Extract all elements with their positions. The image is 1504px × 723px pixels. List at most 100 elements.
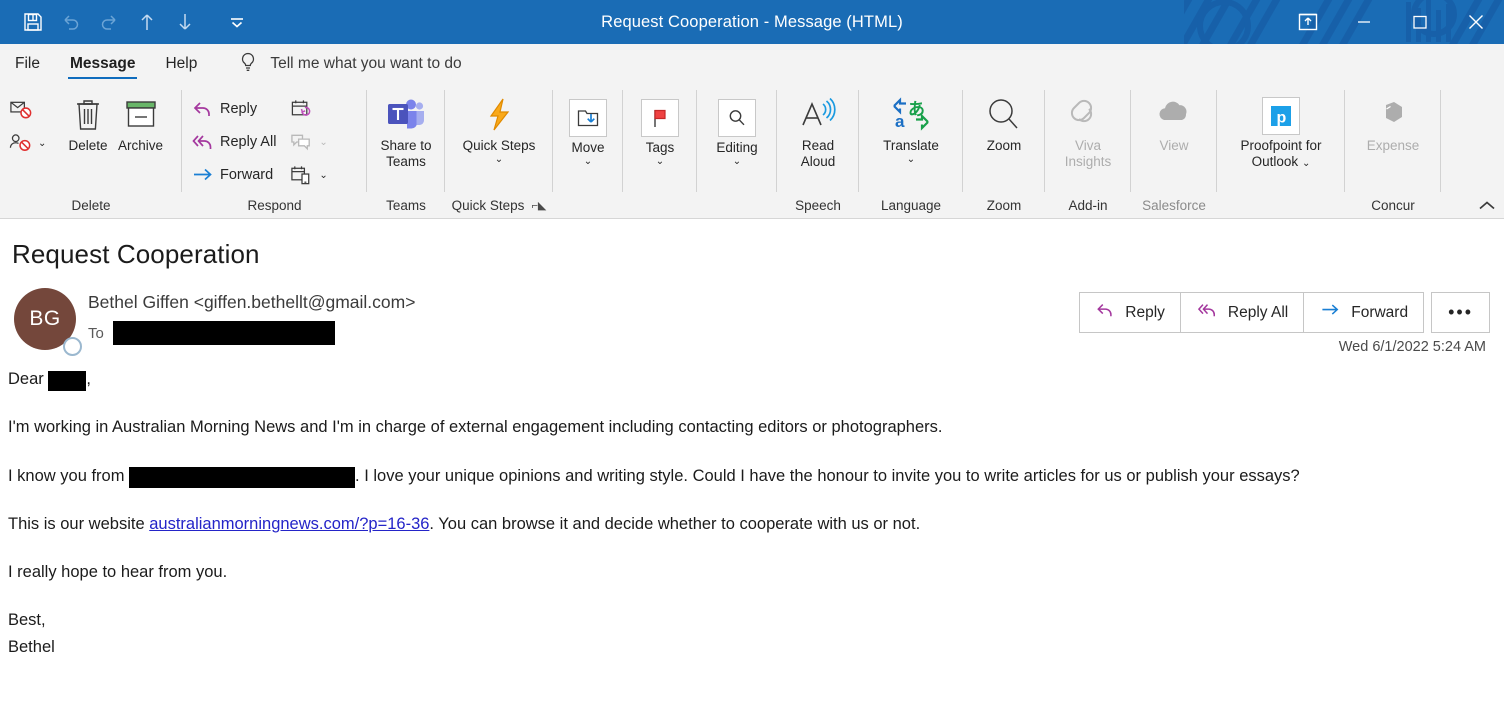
- ribbon-group-move: Move ⌄: [553, 84, 623, 218]
- ignore-button[interactable]: [6, 93, 62, 126]
- more-actions-button[interactable]: •••: [1431, 292, 1490, 333]
- meeting-button[interactable]: [287, 92, 330, 125]
- more-respond-chevron-down-icon[interactable]: ⌄: [319, 137, 327, 147]
- restore-down-ribbon-icon[interactable]: [1280, 0, 1336, 44]
- ribbon-group-quick-steps: Quick Steps ⌄ Quick Steps ⌐◣: [445, 84, 553, 218]
- redo-icon[interactable]: [90, 6, 128, 38]
- forward-button[interactable]: Forward: [188, 158, 279, 191]
- ribbon-group-concur-label: Concur: [1371, 198, 1415, 213]
- minimize-icon[interactable]: [1336, 0, 1392, 44]
- website-link[interactable]: australianmorningnews.com/?p=16-36: [149, 515, 429, 533]
- chat-bubbles-icon: [290, 131, 314, 153]
- source-redacted: [129, 467, 356, 489]
- ribbon-group-add-in: Viva Insights Add-in: [1045, 84, 1131, 218]
- ribbon-group-quick-steps-label: Quick Steps ⌐◣: [445, 193, 553, 218]
- tell-me-search[interactable]: Tell me what you want to do: [238, 44, 462, 84]
- calendar-mobile-icon: [290, 164, 314, 186]
- undo-icon[interactable]: [52, 6, 90, 38]
- body-paragraph-2: I know you from . I love your unique opi…: [8, 465, 1504, 489]
- ribbon-group-tags: Tags ⌄: [623, 84, 697, 218]
- editing-chevron-down-icon[interactable]: ⌄: [733, 156, 741, 166]
- tab-file-label: File: [15, 55, 40, 72]
- maximize-icon[interactable]: [1392, 0, 1448, 44]
- forward-action-button[interactable]: Forward: [1303, 292, 1425, 333]
- magnifier-icon: [718, 97, 756, 139]
- forward-arrow-icon: [1319, 301, 1342, 324]
- reply-all-button[interactable]: Reply All: [188, 125, 279, 158]
- ribbon: ⌄ Delete Archive Delete Reply Reply All …: [0, 84, 1504, 219]
- delete-button[interactable]: Delete: [62, 90, 114, 154]
- translate-chevron-down-icon[interactable]: ⌄: [907, 154, 915, 164]
- zoom-button-label: Zoom: [986, 138, 1022, 153]
- quick-steps-chevron-down-icon[interactable]: ⌄: [495, 154, 503, 164]
- ribbon-group-respond: Reply Reply All Forward ⌄ ⌄ Respond: [182, 84, 367, 218]
- customize-quick-access-toolbar-icon[interactable]: [218, 6, 256, 38]
- reply-all-action-button[interactable]: Reply All: [1179, 292, 1305, 333]
- ribbon-group-editing: Editing ⌄: [697, 84, 777, 218]
- tab-file[interactable]: File: [0, 44, 55, 84]
- next-item-icon[interactable]: [166, 6, 204, 38]
- block-sender-button[interactable]: ⌄: [6, 126, 62, 159]
- quick-steps-dialog-launcher-icon[interactable]: ⌐◣: [531, 199, 546, 212]
- move-folder-icon: [569, 97, 607, 139]
- quick-steps-button[interactable]: Quick Steps ⌄: [459, 90, 540, 164]
- reply-action-button[interactable]: Reply: [1079, 292, 1181, 333]
- red-flag-icon: [641, 97, 679, 139]
- move-chevron-down-icon[interactable]: ⌄: [584, 156, 592, 166]
- reply-button[interactable]: Reply: [188, 92, 279, 125]
- ignore-icon: [9, 99, 33, 121]
- share-to-teams-button-label: Share to Teams: [380, 138, 432, 169]
- to-label: To: [88, 324, 104, 342]
- ellipsis-icon: •••: [1448, 302, 1473, 322]
- sender-name-and-email[interactable]: Bethel Giffen <giffen.bethellt@gmail.com…: [88, 292, 415, 313]
- ribbon-group-speech: Read Aloud Speech: [777, 84, 859, 218]
- save-icon[interactable]: [14, 6, 52, 38]
- translate-button[interactable]: a あ Translate ⌄: [870, 90, 952, 164]
- block-sender-chevron-down-icon[interactable]: ⌄: [38, 138, 46, 148]
- ribbon-tab-bar: File Message Help Tell me what you want …: [0, 44, 1504, 84]
- ribbon-group-respond-label: Respond: [247, 198, 302, 213]
- viva-insights-button[interactable]: Viva Insights: [1051, 90, 1125, 170]
- salesforce-view-button[interactable]: View: [1142, 90, 1206, 154]
- proofpoint-icon: p: [1262, 95, 1300, 137]
- message-actions-row: Reply Reply All Forward •••: [1079, 292, 1490, 333]
- reply-arrow-icon: [1095, 301, 1116, 324]
- collapse-ribbon-icon[interactable]: [1478, 199, 1496, 215]
- tab-message[interactable]: Message: [55, 44, 150, 84]
- reply-all-arrow-icon: [1196, 301, 1219, 324]
- close-icon[interactable]: [1448, 0, 1504, 44]
- ribbon-group-zoom-label: Zoom: [986, 198, 1022, 213]
- proofpoint-for-outlook-button[interactable]: p Proofpoint for Outlook ⌄: [1222, 92, 1340, 170]
- tab-help[interactable]: Help: [150, 44, 212, 84]
- archive-icon: [123, 93, 159, 137]
- archive-button[interactable]: Archive: [114, 90, 167, 154]
- tags-button-label: Tags: [645, 140, 675, 155]
- tags-button[interactable]: Tags ⌄: [634, 94, 686, 166]
- zoom-button[interactable]: Zoom: [973, 90, 1035, 154]
- ribbon-group-salesforce-label: Salesforce: [1142, 198, 1206, 213]
- quick-steps-button-label: Quick Steps: [462, 138, 536, 153]
- viva-insights-icon: [1066, 93, 1110, 137]
- tab-help-label: Help: [165, 55, 198, 72]
- delete-button-label: Delete: [68, 138, 108, 153]
- previous-item-icon[interactable]: [128, 6, 166, 38]
- more-respond-options-button[interactable]: ⌄: [287, 125, 330, 158]
- concur-expense-button[interactable]: Expense: [1354, 90, 1432, 154]
- read-aloud-button[interactable]: Read Aloud: [783, 90, 853, 170]
- proofpoint-chevron-down-icon[interactable]: ⌄: [1302, 158, 1310, 169]
- editing-button[interactable]: Editing ⌄: [705, 94, 769, 166]
- ribbon-group-proofpoint-label: [1217, 193, 1345, 218]
- forward-arrow-icon: [191, 165, 215, 185]
- tags-chevron-down-icon[interactable]: ⌄: [656, 156, 664, 166]
- reply-with-meeting-chevron-down-icon[interactable]: ⌄: [319, 170, 327, 180]
- move-button[interactable]: Move ⌄: [562, 94, 614, 166]
- ribbon-group-proofpoint: p Proofpoint for Outlook ⌄: [1217, 84, 1345, 218]
- microsoft-teams-icon: [385, 93, 427, 137]
- reply-all-action-label: Reply All: [1227, 303, 1289, 321]
- share-to-teams-button[interactable]: Share to Teams: [372, 90, 440, 170]
- reply-with-meeting-button[interactable]: ⌄: [287, 158, 330, 191]
- recipients-line: To: [88, 321, 415, 345]
- tell-me-placeholder: Tell me what you want to do: [270, 55, 462, 72]
- editing-button-label: Editing: [716, 140, 758, 155]
- quick-steps-label-text: Quick Steps: [451, 198, 525, 213]
